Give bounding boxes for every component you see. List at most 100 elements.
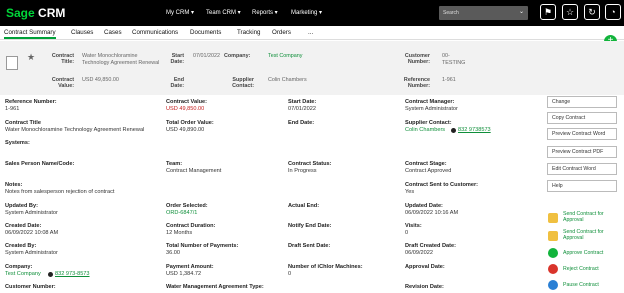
nav-my-crm[interactable]: My CRM ▾: [166, 9, 194, 16]
header-contract-title-value: Water Monochloramine Technology Agreemen…: [82, 53, 160, 66]
pause-icon: [548, 280, 558, 290]
created-by-value: System Administrator: [5, 250, 58, 256]
approval-date-label: Approval Date:: [405, 264, 445, 270]
header-contract-title-label: Contract Title:: [51, 53, 74, 65]
contract-sent-label: Contract Sent to Customer:: [405, 182, 479, 188]
change-button[interactable]: Change: [547, 96, 617, 108]
tab-bar: Contract Summary Clauses Cases Communica…: [0, 26, 624, 40]
tab-clauses[interactable]: Clauses: [71, 29, 93, 36]
search-placeholder: Search: [443, 10, 459, 16]
team-value: Contract Management: [166, 168, 222, 174]
header-company-label: Company:: [224, 53, 251, 59]
phone-icon: [451, 128, 456, 133]
supplier-contact-label: Supplier Contact:: [405, 120, 452, 126]
tab-orders[interactable]: Orders: [272, 29, 291, 36]
contract-manager-value: System Administrator: [405, 106, 458, 112]
nav-reports[interactable]: Reports ▾: [252, 9, 278, 16]
header-reference-number-value: 1-961: [442, 77, 456, 83]
user-menu-icon[interactable]: ◔: [605, 4, 621, 20]
contract-status-value: In Progress: [288, 168, 317, 174]
header-supplier-contact-value: Colin Chambers: [268, 77, 307, 83]
systems-label: Systems:: [5, 140, 30, 146]
contract-value-label: Contract Value:: [166, 99, 208, 105]
company-link[interactable]: Test Company: [5, 271, 41, 277]
total-order-value-label: Total Order Value:: [166, 120, 214, 126]
header-start-date-value: 07/01/2022: [193, 53, 220, 59]
preview-contract-pdf-button[interactable]: Preview Contract PDF: [547, 146, 617, 158]
tab-documents[interactable]: Documents: [190, 29, 221, 36]
send-contract-approval-link-1[interactable]: Send Contract for Approval: [563, 211, 619, 223]
search-input[interactable]: Search ⌄: [439, 6, 528, 20]
tab-more[interactable]: ...: [308, 29, 313, 36]
copy-contract-button[interactable]: Copy Contract: [547, 112, 617, 124]
draft-sent-date-label: Draft Sent Date:: [288, 243, 331, 249]
visits-value: 0: [405, 230, 409, 236]
contract-title-label: Contract Title: [5, 120, 41, 126]
header-customer-number-value: 00-TESTING: [442, 53, 466, 66]
sage-crm-logo[interactable]: Sage CRM: [6, 6, 65, 20]
draft-created-date-value: 06/09/2022: [405, 250, 433, 256]
created-date-label: Created Date:: [5, 223, 42, 229]
approve-check-icon: [548, 248, 558, 258]
visits-label: Visits:: [405, 223, 422, 229]
header-customer-number-label: Customer Number:: [404, 53, 430, 65]
sales-person-label: Sales Person Name/Code:: [5, 161, 75, 167]
tab-contract-summary[interactable]: Contract Summary: [4, 29, 56, 39]
approve-contract-link[interactable]: Approve Contract: [563, 250, 603, 256]
nav-marketing[interactable]: Marketing ▾: [291, 9, 322, 16]
total-order-value-value: USD 49,890.00: [166, 127, 205, 133]
contract-stage-value: Contract Approved: [405, 168, 452, 174]
updated-date-value: 06/09/2022 10:16 AM: [405, 210, 459, 216]
header-contract-value-value: USD 49,850.00: [82, 77, 119, 83]
contract-manager-label: Contract Manager:: [405, 99, 455, 105]
order-selected-label: Order Selected:: [166, 203, 208, 209]
top-bar: Sage CRM My CRM ▾ Team CRM ▾ Reports ▾ M…: [0, 0, 624, 26]
company-phone-link[interactable]: 832 973-8573: [55, 271, 90, 277]
recent-icon[interactable]: ↻: [584, 4, 600, 20]
ichlor-machines-value: 0: [288, 271, 292, 277]
contract-sent-value: Yes: [405, 189, 415, 195]
pause-contract-link[interactable]: Pause Contract: [563, 282, 599, 288]
water-mgmt-type-label: Water Management Agreement Type:: [166, 284, 264, 290]
revision-date-label: Revision Date:: [405, 284, 444, 290]
updated-by-label: Updated By:: [5, 203, 38, 209]
contract-stage-label: Contract Stage:: [405, 161, 447, 167]
contract-header-panel: [0, 41, 624, 95]
order-selected-link[interactable]: ORD-6847/1: [166, 210, 197, 216]
created-by-label: Created By:: [5, 243, 37, 249]
tab-communications[interactable]: Communications: [132, 29, 178, 36]
updated-date-label: Updated Date:: [405, 203, 443, 209]
start-date-label: Start Date:: [288, 99, 317, 105]
send-approval-icon: [548, 213, 558, 223]
edit-contract-word-button[interactable]: Edit Contract Word: [547, 163, 617, 175]
favorites-star-icon[interactable]: ☆: [562, 4, 578, 20]
header-supplier-contact-label: Supplier Contact:: [232, 77, 254, 89]
contract-document-icon: [6, 56, 18, 70]
reject-icon: [548, 264, 558, 274]
supplier-contact-link[interactable]: Colin Chambers: [405, 127, 445, 133]
help-button[interactable]: Help: [547, 180, 617, 192]
chevron-down-icon[interactable]: ⌄: [519, 8, 524, 15]
tab-tracking[interactable]: Tracking: [237, 29, 261, 36]
nav-team-crm[interactable]: Team CRM ▾: [206, 9, 241, 16]
preview-contract-word-button[interactable]: Preview Contract Word: [547, 128, 617, 140]
notifications-icon[interactable]: ⚑: [540, 4, 556, 20]
contract-title-value: Water Monochloramine Technology Agreemen…: [5, 127, 145, 133]
contract-duration-label: Contract Duration:: [166, 223, 216, 229]
actual-end-label: Actual End:: [288, 203, 320, 209]
total-payments-value: 36.00: [166, 250, 180, 256]
header-start-date-label: Start Date:: [170, 53, 184, 65]
header-contract-value-label: Contract Value:: [51, 77, 74, 89]
draft-created-date-label: Draft Created Date:: [405, 243, 456, 249]
reference-number-value: 1-961: [5, 106, 20, 112]
favorite-star-icon[interactable]: ★: [27, 52, 35, 63]
reject-contract-link[interactable]: Reject Contract: [563, 266, 599, 272]
send-contract-approval-link-2[interactable]: Send Contract for Approval: [563, 229, 619, 241]
company-phone-icon: [48, 272, 53, 277]
tab-cases[interactable]: Cases: [104, 29, 122, 36]
ichlor-machines-label: Number of iChlor Machines:: [288, 264, 363, 270]
reference-number-label: Reference Number:: [5, 99, 57, 105]
supplier-contact-phone-link[interactable]: 832 9738573: [458, 127, 491, 133]
contract-status-label: Contract Status:: [288, 161, 332, 167]
header-company-link[interactable]: Test Company: [268, 53, 302, 59]
